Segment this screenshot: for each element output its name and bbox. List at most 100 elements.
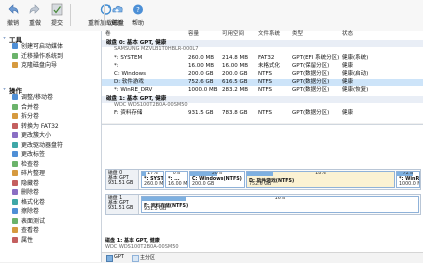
sidebar-tool-item-icon: [12, 62, 18, 68]
disk-1-info-model: WDC WDS100T2B0A-00SM50: [105, 243, 179, 250]
sidebar-op-item-9[interactable]: 隐藏卷: [12, 179, 40, 188]
volume-row[interactable]: *: WinRE_DRV 1000.0 MB 283.2 MB NTFS GPT(数据分…: [102, 87, 423, 94]
column-header-type[interactable]: 类型: [292, 31, 303, 38]
disk-1-map[interactable]: 磁盘 1 基本 GPT 931.51 GB 16% F: 资料存储(NTFS) 93…: [105, 194, 421, 215]
sidebar-tool-item-0[interactable]: 创建可启动媒体: [12, 43, 63, 51]
partition-block[interactable]: 72%*: WinR...1000.0 MB: [396, 171, 420, 188]
sidebar-tool-item-label: 创建可启动媒体: [21, 43, 64, 50]
column-header-volume[interactable]: 卷: [105, 31, 111, 38]
volume-row[interactable]: C: Windows 200.0 GB 200.0 GB NTFS GPT(数据分区) 健…: [102, 71, 423, 78]
disk-1-model-row: WDC WDS100T2B0A-00SM50: [102, 102, 423, 109]
disk-0-model: SAMSUNG MZVLB1T0HBLR-000L7: [114, 46, 199, 52]
volume-name-cell: *: WinRE_DRV: [114, 87, 153, 93]
apply-button[interactable]: 提交: [48, 2, 66, 30]
sidebar-op-item-label: 更改驱动器盘符: [21, 141, 64, 149]
partition-block[interactable]: 18% D: 软件游戏(NTFS) 752.6 GB: [246, 171, 395, 188]
sidebar-op-item-14[interactable]: 查看卷: [12, 227, 39, 235]
gpt-legend-label: GPT: [114, 254, 124, 260]
disk-1-map-size: 931.51 GB: [108, 206, 134, 212]
sidebar-op-item-icon: [12, 170, 18, 176]
redo-label: 重做: [28, 20, 41, 27]
sidebar-op-item-label: 调整/移动卷: [21, 94, 54, 101]
volume-status-cell: 健康: [342, 63, 354, 69]
volume-status-cell: 健康: [342, 110, 354, 116]
sidebar-op-item-11[interactable]: 格式化卷: [12, 198, 46, 207]
volume-name-cell: D: 软件游戏: [114, 79, 144, 85]
volume-type-cell: GPT(数据分区): [292, 87, 330, 93]
column-header-capacity[interactable]: 容量: [188, 31, 199, 38]
sidebar-op-item-label: 转换为 FAT32: [21, 122, 59, 130]
redo-icon: [29, 4, 40, 14]
disk-0-map[interactable]: 磁盘 0 基本 GPT 931.51 GB 17%*: SYST...260.0…: [105, 169, 421, 190]
disk-0-map-size: 931.51 GB: [108, 181, 134, 187]
partition-block[interactable]: 17%*: SYST...260.0 MB: [141, 171, 164, 188]
sidebar-op-item-2[interactable]: 拆分卷: [12, 113, 39, 121]
volume-name-cell: *:: [114, 63, 119, 69]
partition-size: 752.6 GB: [249, 182, 272, 187]
gpt-legend-swatch: [106, 255, 113, 262]
volume-status-cell: 健康: [342, 79, 354, 85]
volume-cap-cell: 752.6 GB: [188, 79, 214, 85]
sidebar-tool-item-1[interactable]: 迁移操作系统到: [12, 52, 64, 61]
volume-type-cell: GPT(数据分区): [292, 110, 330, 116]
volume-row[interactable]: *: SYSTEM 260.0 MB 214.8 MB FAT32 GPT(EFI 系统…: [102, 55, 423, 62]
volume-fs-cell: NTFS: [258, 79, 273, 85]
sidebar-op-item-10[interactable]: 删除卷: [12, 189, 39, 197]
sidebar-tool-item-label: 迁移操作系统到: [21, 52, 64, 60]
volume-row[interactable]: F: 资料存储 931.5 GB 783.8 GB NTFS GPT(数据分区) 健康: [102, 110, 423, 117]
volume-cap-cell: 16.00 MB: [188, 63, 215, 69]
partition-usage-percent: 16%: [274, 196, 286, 201]
partition-block[interactable]: 50% C: Windows(NTFS) 200.0 GB: [189, 171, 245, 188]
sidebar-op-item-5[interactable]: 更改驱动器盘符: [12, 141, 64, 150]
sidebar-op-item-label: 擦除卷: [21, 208, 40, 215]
redo-button[interactable]: 重做: [26, 2, 44, 30]
partition-block[interactable]: 0%*: ...16.00 MB: [165, 171, 188, 188]
sidebar-op-item-icon: [12, 94, 18, 100]
volume-fs-cell: NTFS: [258, 110, 273, 116]
volume-row[interactable]: *: 16.00 MB 16.00 MB 未格式化 GPT(保留分区) 健康: [102, 63, 423, 70]
sidebar-op-item-icon: [12, 160, 18, 167]
disk-0-model-row: SAMSUNG MZVLB1T0HBLR-000L7: [102, 46, 423, 53]
sidebar-op-item-label: 属性: [21, 236, 34, 244]
sidebar-op-item-icon: [12, 179, 18, 186]
status-bar: GPT 主分区: [102, 252, 423, 263]
sidebar-tool-item-2[interactable]: 克隆磁盘向导: [12, 62, 57, 70]
undo-button[interactable]: 撤销: [4, 2, 22, 30]
volume-fs-cell: NTFS: [258, 71, 273, 77]
sidebar-op-item-6[interactable]: 更改标签: [12, 151, 45, 159]
sidebar-op-item-12[interactable]: 擦除卷: [12, 208, 39, 216]
sidebar-op-item-label: 隐藏卷: [21, 179, 40, 187]
volume-row[interactable]: D: 软件游戏 752.6 GB 616.5 GB NTFS GPT(数据分区) 健康: [102, 79, 423, 86]
sidebar-op-item-4[interactable]: 更改簇大小: [12, 132, 51, 140]
sidebar-op-item-label: 合并卷: [21, 103, 40, 111]
sidebar-op-item-8[interactable]: 碎片整理: [12, 170, 45, 178]
sidebar-op-item-icon: [12, 208, 18, 214]
sidebar-op-item-1[interactable]: 合并卷: [12, 103, 40, 112]
column-header-free-space[interactable]: 可用空间: [222, 31, 244, 38]
partition-size: 16.00 MB: [168, 182, 188, 187]
sidebar-op-item-13[interactable]: 表面测试: [12, 217, 45, 226]
sidebar-op-item-icon: [12, 132, 18, 138]
partition-block[interactable]: 16% F: 资料存储(NTFS) 931.5 GB: [141, 196, 419, 213]
volume-type-cell: GPT(数据分区): [292, 79, 330, 85]
column-header-file-system[interactable]: 文件系统: [258, 31, 280, 38]
disk-1-map-label: 磁盘 1 基本 GPT 931.51 GB: [106, 195, 139, 214]
toolbar-divider: [70, 4, 71, 26]
sidebar-op-item-icon: [12, 122, 18, 129]
sidebar-op-item-15[interactable]: 属性: [12, 236, 34, 245]
volume-free-cell: 200.0 GB: [222, 71, 248, 77]
sidebar-op-item-label: 格式化卷: [21, 198, 46, 206]
volume-fs-cell: 未格式化: [258, 63, 281, 69]
update-button[interactable]: 更新: [108, 2, 126, 30]
sidebar-op-item-0[interactable]: 调整/移动卷: [12, 94, 53, 102]
sidebar-op-item-3[interactable]: 转换为 FAT32: [12, 122, 59, 131]
sidebar-op-item-label: 查看卷: [21, 227, 40, 234]
column-header-status[interactable]: 状态: [342, 31, 353, 38]
toolbar-divider: [104, 4, 105, 26]
partition-size: 200.0 GB: [192, 182, 215, 187]
volume-fs-cell: FAT32: [258, 55, 275, 61]
volume-type-cell: GPT(数据分区): [292, 71, 330, 77]
help-button[interactable]: ? 帮助: [129, 2, 147, 30]
sidebar-op-item-label: 拆分卷: [21, 113, 40, 120]
sidebar-op-item-7[interactable]: 检查卷: [12, 160, 39, 169]
